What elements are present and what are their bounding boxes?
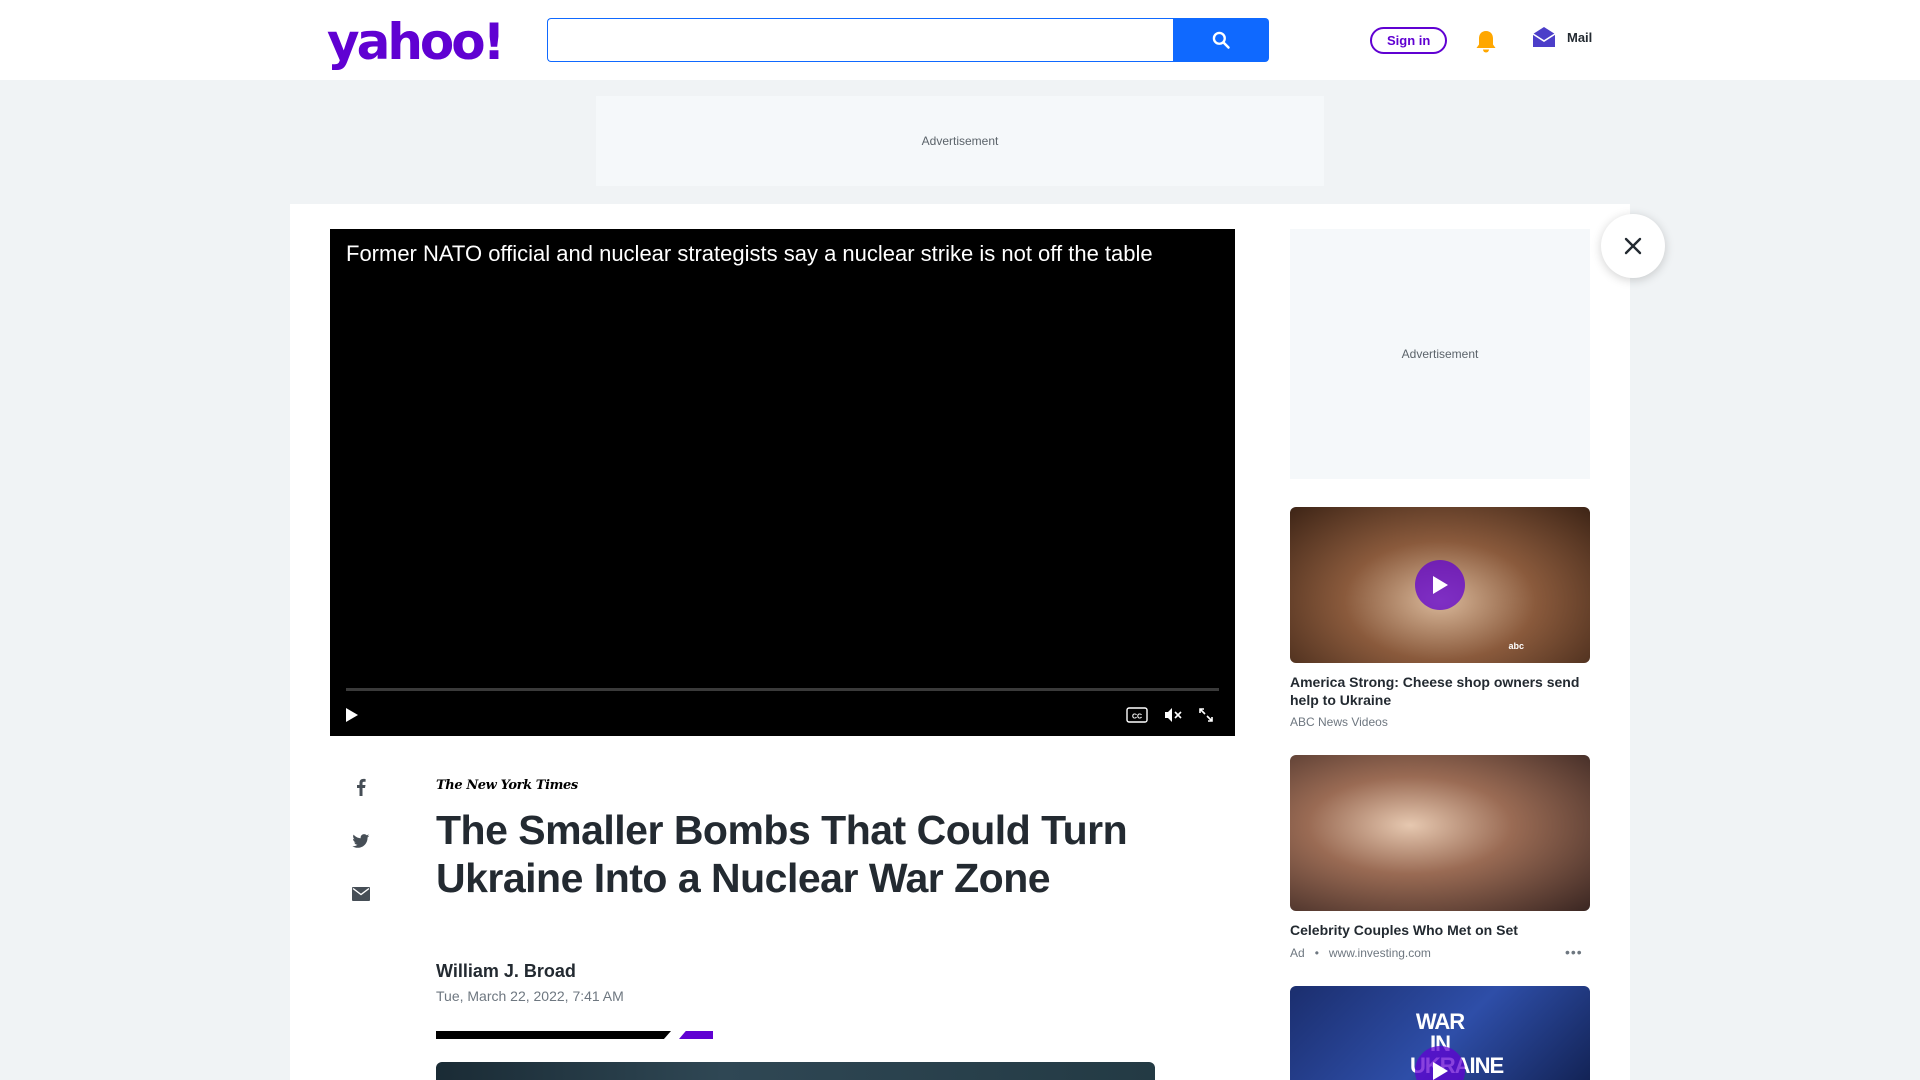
separator-dot: • [1314, 946, 1319, 960]
advertisement-label: Advertisement [1401, 347, 1479, 361]
cc-icon: CC [1126, 707, 1148, 723]
sponsor-domain: www.investing.com [1328, 946, 1431, 960]
sponsored-thumbnail[interactable] [1290, 755, 1590, 911]
article-hero-image [436, 1062, 1155, 1080]
mute-button[interactable] [1161, 703, 1185, 727]
article-author: William J. Broad [436, 961, 576, 981]
bell-icon[interactable] [1470, 26, 1502, 58]
top-advertisement[interactable]: Advertisement [596, 96, 1324, 186]
close-button[interactable] [1601, 214, 1665, 278]
search-input[interactable] [547, 18, 1173, 62]
decorative-divider-black [436, 1031, 671, 1039]
mail-icon [1532, 27, 1556, 47]
advertisement-label: Advertisement [921, 134, 999, 148]
sponsored-meta: Ad • www.investing.com [1290, 946, 1590, 960]
sponsored-item-title[interactable]: Celebrity Couples Who Met on Set [1290, 921, 1590, 939]
fullscreen-button[interactable] [1194, 703, 1218, 727]
ad-label: Ad [1290, 946, 1305, 960]
top-header: yahoo! Sign in Mail [0, 0, 1920, 80]
share-email-button[interactable] [349, 882, 373, 906]
play-button[interactable] [340, 703, 364, 727]
yahoo-logo[interactable]: yahoo! [327, 14, 505, 70]
article-headline: The Smaller Bombs That Could Turn Ukrain… [436, 807, 1128, 901]
share-twitter-button[interactable] [349, 829, 373, 853]
svg-text:CC: CC [1132, 714, 1142, 721]
video-progress-bar[interactable] [346, 688, 1219, 691]
mail-link[interactable]: Mail [1531, 25, 1592, 49]
video-thumbnail[interactable]: WAR IN UKRAINE [1290, 986, 1590, 1080]
video-player[interactable]: Former NATO official and nuclear strateg… [330, 229, 1235, 736]
more-options-icon[interactable]: ••• [1565, 944, 1583, 960]
search-button[interactable] [1173, 18, 1269, 62]
mail-label: Mail [1567, 29, 1593, 45]
expand-icon [1199, 708, 1213, 722]
sidebar-item-title[interactable]: America Strong: Cheese shop owners send … [1290, 673, 1590, 709]
share-facebook-button[interactable] [349, 775, 373, 799]
muted-speaker-icon [1165, 708, 1182, 722]
side-advertisement[interactable]: Advertisement [1290, 229, 1590, 479]
play-icon [346, 708, 358, 722]
article-date: Tue, March 22, 2022, 7:41 AM [436, 988, 624, 1004]
sign-in-button[interactable]: Sign in [1370, 27, 1448, 54]
close-icon [1624, 237, 1642, 255]
search-bar [547, 18, 1269, 62]
play-button[interactable] [1415, 560, 1465, 610]
sidebar-item-source: ABC News Videos [1290, 715, 1388, 729]
play-icon [1433, 1062, 1448, 1080]
play-icon [1433, 576, 1448, 594]
video-title: Former NATO official and nuclear strateg… [346, 241, 1153, 266]
search-icon [1212, 31, 1230, 49]
facebook-icon [357, 778, 366, 796]
video-thumbnail[interactable]: abc [1290, 507, 1590, 663]
abc-badge: abc [1508, 641, 1524, 651]
publisher-logo[interactable]: The New York Times [436, 778, 578, 793]
envelope-icon [352, 887, 370, 901]
twitter-icon [352, 833, 370, 848]
closed-captions-button[interactable]: CC [1125, 703, 1149, 727]
